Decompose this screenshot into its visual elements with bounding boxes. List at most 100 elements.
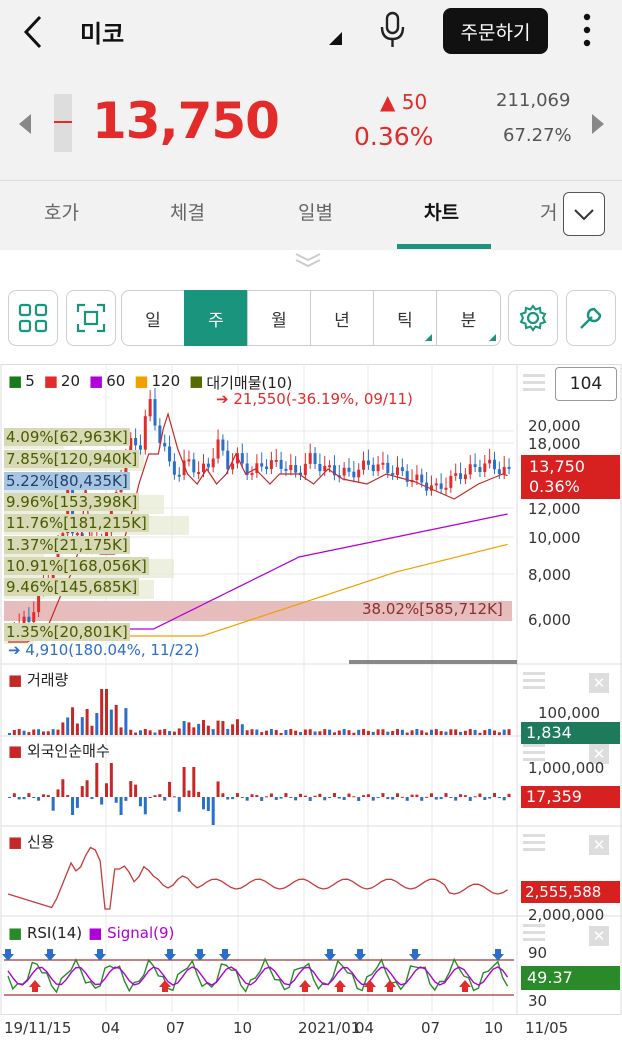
tab-more[interactable]: 거 <box>540 198 557 225</box>
candle-body <box>172 461 176 475</box>
volume-bar <box>497 732 501 735</box>
foreign-bar <box>493 793 496 797</box>
foreign-bar <box>260 797 264 801</box>
more-icon[interactable] <box>580 12 594 48</box>
fullscreen-button[interactable] <box>66 290 116 346</box>
candle-body <box>318 464 322 472</box>
foreign-bar <box>119 797 123 815</box>
period-tick[interactable]: 틱 <box>373 290 437 346</box>
period-year[interactable]: 년 <box>310 290 374 346</box>
volume-bar <box>143 729 147 735</box>
foreign-bar <box>478 793 482 797</box>
period-week[interactable]: 주 <box>184 290 248 346</box>
order-button[interactable]: 주문하기 <box>443 8 548 54</box>
volume-bar <box>202 719 205 735</box>
foreign-bar <box>109 763 113 797</box>
volume-menu-icon[interactable] <box>523 672 545 693</box>
period-month[interactable]: 월 <box>247 290 311 346</box>
microphone-icon[interactable] <box>378 10 408 50</box>
overhang-label: 11.76%[181,215K] <box>4 514 149 532</box>
rsi-close-icon[interactable]: ✕ <box>589 926 609 946</box>
foreign-bar <box>138 797 142 807</box>
volume-close-icon[interactable]: ✕ <box>589 673 609 693</box>
bar-count-box[interactable]: 104 <box>555 367 617 401</box>
volume-bar <box>473 729 477 735</box>
buy-signal-arrow <box>29 980 41 992</box>
next-stock-icon[interactable] <box>591 113 605 135</box>
volume-bar <box>269 729 273 735</box>
stock-name[interactable]: 미코 <box>80 14 124 49</box>
credit-close-icon[interactable]: ✕ <box>589 835 609 855</box>
foreign-bar <box>100 797 104 805</box>
credit-title-text: 신용 <box>26 833 55 851</box>
tabs-expand-button[interactable] <box>563 192 605 236</box>
volume-bar <box>105 689 108 735</box>
mini-candle-icon <box>54 94 72 152</box>
low-price-note: ➔ 4,910(180.04%, 11/22) <box>8 641 200 659</box>
foreign-bar <box>347 793 351 797</box>
back-icon[interactable] <box>20 14 46 50</box>
volume-bar <box>148 730 152 735</box>
sell-signal-arrow <box>492 949 504 961</box>
foreign-bar <box>46 795 50 797</box>
layout-grid-button[interactable] <box>8 290 58 346</box>
volume-bar <box>163 729 167 735</box>
volume-bar <box>95 712 99 735</box>
credit-menu-icon[interactable] <box>523 834 545 855</box>
volume-bar <box>75 723 79 735</box>
period-day[interactable]: 일 <box>121 290 185 346</box>
price-axis-label: 8,000 <box>528 566 571 584</box>
foreign-bar <box>22 797 26 800</box>
collapse-handle-icon[interactable] <box>294 252 322 268</box>
dropdown-icon[interactable] <box>328 32 344 46</box>
tab-chart[interactable]: 차트 <box>424 198 459 225</box>
volume-bar <box>439 731 443 735</box>
foreign-bar <box>352 796 356 798</box>
x-axis-label: 10 <box>484 1019 504 1037</box>
tools-button[interactable] <box>566 290 616 346</box>
candle-body <box>478 467 482 472</box>
foreign-bar <box>507 793 511 797</box>
chevron-down-icon <box>574 209 594 221</box>
foreign-bar <box>41 794 45 797</box>
sell-signal-arrow <box>324 949 336 961</box>
candle-body <box>75 533 79 536</box>
sell-signal-arrow <box>164 949 176 961</box>
volume-bars <box>8 689 511 735</box>
tab-trades[interactable]: 체결 <box>170 198 205 225</box>
overhang-label: 10.91%[168,056K] <box>4 557 149 575</box>
foreign-bar <box>134 784 138 797</box>
foreign-bar <box>366 794 370 797</box>
tab-hoga[interactable]: 호가 <box>44 198 79 225</box>
candle-body <box>216 439 220 459</box>
wrench-icon <box>580 307 602 329</box>
foreign-bar <box>386 797 390 800</box>
volume-bar <box>32 729 36 735</box>
volume-bar <box>468 729 472 735</box>
candle-body <box>134 438 138 446</box>
prev-stock-icon[interactable] <box>18 113 32 135</box>
rsi-menu-icon[interactable] <box>523 924 545 945</box>
fullscreen-icon <box>76 303 106 333</box>
settings-button[interactable] <box>508 290 558 346</box>
foreign-bar <box>400 796 404 798</box>
tab-daily[interactable]: 일별 <box>298 198 333 225</box>
volume-bar <box>362 729 366 735</box>
overhang-label: 1.37%[21,175K] <box>4 536 130 554</box>
volume-bar <box>415 729 419 735</box>
volume-bar <box>313 731 317 735</box>
candle-body <box>269 460 273 470</box>
x-axis-label: 19/11/15 <box>4 1019 72 1037</box>
foreign-bar <box>439 797 443 800</box>
change-percent: 0.36% <box>354 122 434 151</box>
foreign-bar <box>182 767 186 797</box>
volume-bar <box>357 729 361 735</box>
volume-bar <box>240 724 244 735</box>
price-pane-menu-icon[interactable] <box>523 374 545 395</box>
period-minute[interactable]: 분 <box>436 290 501 346</box>
gear-icon <box>519 304 547 332</box>
volume-bar <box>366 730 370 735</box>
foreign-bar <box>56 789 60 797</box>
legend-ma5: 5 <box>25 372 35 390</box>
foreign-bar <box>410 794 414 797</box>
